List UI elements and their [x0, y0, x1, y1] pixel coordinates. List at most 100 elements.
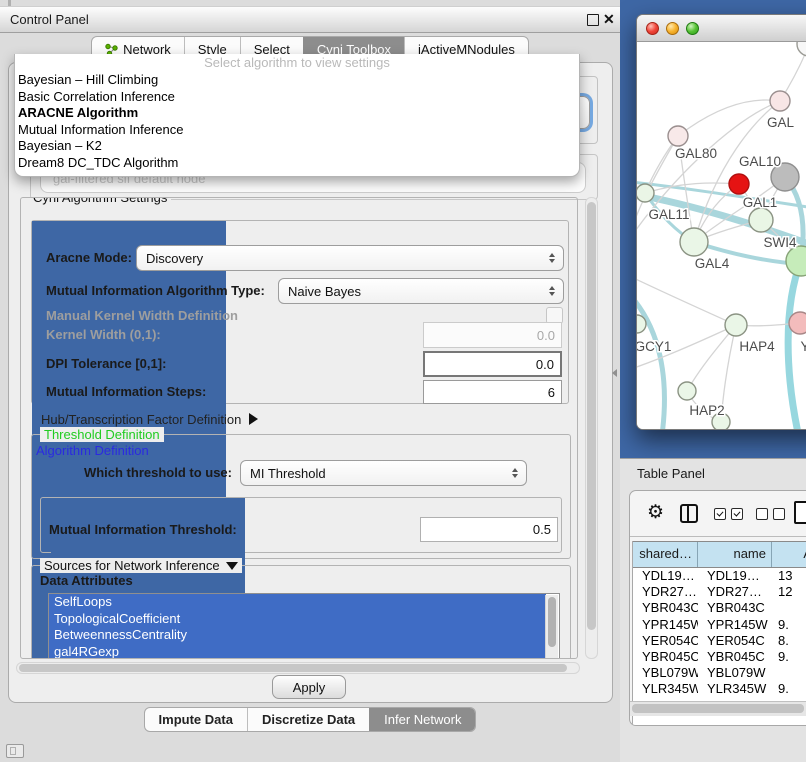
aracne-mode-label: Aracne Mode: — [46, 245, 132, 271]
dpi-tolerance-field[interactable]: 0.0 — [423, 351, 562, 377]
column-header-shared[interactable]: shared… — [633, 542, 698, 567]
mi-threshold-field[interactable]: 0.5 — [420, 517, 558, 542]
splitter-collapse-arrow-icon[interactable] — [612, 369, 617, 377]
threshold-definition-group: Threshold Definition Which threshold to … — [31, 434, 571, 559]
control-panel: Control Panel ✕ NetworkStyleSelectCyni T… — [0, 0, 620, 762]
node-gal-partial[interactable] — [770, 91, 790, 111]
close-window-button[interactable] — [646, 22, 659, 35]
select-all-columns-icon[interactable] — [714, 508, 743, 520]
attributes-scrollbar-thumb[interactable] — [548, 597, 556, 647]
node-swi4[interactable] — [786, 246, 806, 276]
tab-impute-data[interactable]: Impute Data — [145, 708, 247, 731]
gear-icon[interactable]: ⚙ — [647, 501, 664, 525]
collapse-down-icon[interactable] — [226, 562, 238, 570]
attribute-item-gal4rgexp[interactable]: gal4RGexp — [49, 644, 546, 660]
mi-steps-value: 6 — [548, 385, 555, 400]
kernel-width-field[interactable]: 0.0 — [423, 322, 562, 348]
combo-arrows-icon — [512, 468, 518, 478]
data-attributes-label: Data Attributes — [40, 573, 133, 588]
cell: 9. — [772, 681, 806, 697]
column-header-name[interactable]: name — [698, 542, 772, 567]
settings-vertical-scrollbar-thumb[interactable] — [587, 202, 596, 630]
cell: YER054C — [633, 633, 698, 649]
panel-title: Control Panel — [10, 7, 89, 32]
network-view-background: GALGAL80GAL10GAL1GAL11SWI4GAL4GCY1HAP4YH… — [620, 0, 806, 458]
algorithm-option-basic-correlation-inference[interactable]: Basic Correlation Inference — [15, 89, 579, 106]
algorithm-option-bayesian-k2[interactable]: Bayesian – K2 — [15, 138, 579, 155]
table-row-ydl19[interactable]: YDL19…YDL19…13 — [633, 568, 806, 584]
table-row-ybr045c[interactable]: YBR045CYBR045C9. — [633, 649, 806, 665]
table-horizontal-scrollbar-thumb[interactable] — [632, 704, 804, 713]
attribute-item-topologicalcoefficient[interactable]: TopologicalCoefficient — [49, 611, 546, 628]
table-row-yer054c[interactable]: YER054CYER054C8. — [633, 633, 806, 649]
aracne-mode-combo[interactable]: Discovery — [136, 245, 564, 271]
cell: YDR27… — [698, 584, 772, 600]
settings-horizontal-scrollbar[interactable] — [16, 662, 580, 674]
attribute-items: SelfLoopsTopologicalCoefficientBetweenne… — [49, 594, 559, 659]
threshold-definition-title: Threshold Definition — [40, 427, 164, 442]
cell — [772, 600, 806, 616]
table-row-ybl079w[interactable]: YBL079WYBL079W — [633, 665, 806, 681]
node-hap2[interactable] — [678, 382, 696, 400]
cell: YBR043C — [698, 600, 772, 616]
aracne-mode-value: Discovery — [146, 251, 203, 266]
mi-algorithm-type-combo[interactable]: Naive Bayes — [278, 278, 564, 304]
table-toolbar: ⚙ — [630, 491, 806, 537]
table-row-ylr345w[interactable]: YLR345WYLR345W9. — [633, 681, 806, 697]
mi-threshold-definition-group: MI Threshold Definition Mutual Informati… — [40, 497, 562, 553]
mi-steps-field[interactable]: 6 — [423, 380, 562, 404]
dropdown-placeholder: Select algorithm to view settings — [15, 54, 579, 72]
node-gal11[interactable] — [637, 184, 654, 202]
expand-right-icon — [249, 413, 258, 425]
close-panel-button[interactable]: ✕ — [603, 7, 615, 32]
node-gal1[interactable] — [749, 208, 773, 232]
table-horizontal-scrollbar[interactable] — [630, 701, 806, 716]
node-gal80[interactable] — [668, 126, 688, 146]
collapsed-panel-icon[interactable] — [6, 744, 24, 758]
float-window-button[interactable] — [587, 14, 599, 26]
network-canvas[interactable]: GALGAL80GAL10GAL1GAL11SWI4GAL4GCY1HAP4YH… — [637, 42, 806, 430]
node-hap4[interactable] — [725, 314, 747, 336]
minimize-window-button[interactable] — [666, 22, 679, 35]
tab-infer-network[interactable]: Infer Network — [369, 708, 475, 731]
bottom-tabset: Impute DataDiscretize DataInfer Network — [144, 707, 477, 732]
settings-horizontal-scrollbar-thumb[interactable] — [19, 664, 567, 672]
node-label-hap2: HAP2 — [689, 403, 724, 418]
table-row-ybr043c[interactable]: YBR043CYBR043C — [633, 600, 806, 616]
cell: YER054C — [698, 633, 772, 649]
node-label-y: Y — [800, 339, 806, 354]
algorithm-option-mutual-information-inference[interactable]: Mutual Information Inference — [15, 122, 579, 139]
deselect-all-columns-icon[interactable] — [756, 508, 785, 520]
combo-arrows-icon — [549, 253, 555, 263]
attribute-item-selfloops[interactable]: SelfLoops — [49, 594, 546, 611]
apply-button[interactable]: Apply — [272, 675, 346, 699]
mi-threshold-label: Mutual Information Threshold: — [49, 517, 237, 542]
zoom-window-button[interactable] — [686, 22, 699, 35]
new-table-icon[interactable] — [794, 501, 806, 524]
network-window-titlebar — [637, 15, 806, 42]
node-y-partial[interactable] — [789, 312, 806, 334]
cell: 8. — [772, 633, 806, 649]
attributes-scrollbar[interactable] — [545, 595, 558, 659]
cell: YPR145W — [698, 617, 772, 633]
algorithm-option-dream8-dc-tdc-algorithm[interactable]: Dream8 DC_TDC Algorithm — [15, 155, 579, 172]
table-row-ypr145w[interactable]: YPR145WYPR145W9. — [633, 617, 806, 633]
columns-icon[interactable] — [680, 504, 698, 523]
node-gal4[interactable] — [680, 228, 708, 256]
which-threshold-combo[interactable]: MI Threshold — [240, 460, 527, 486]
settings-vertical-scrollbar[interactable] — [585, 197, 598, 659]
cell: 13 — [772, 568, 806, 584]
algorithm-option-aracne-algorithm[interactable]: ARACNE Algorithm — [15, 105, 579, 122]
tab-discretize-data[interactable]: Discretize Data — [247, 708, 369, 731]
attribute-item-betweennesscentrality[interactable]: BetweennessCentrality — [49, 627, 546, 644]
hub-definition-expander[interactable]: Hub/Transcription Factor Definition — [41, 409, 258, 429]
mi-algorithm-type-label: Mutual Information Algorithm Type: — [46, 278, 265, 304]
algorithm-option-bayesian-hill-climbing[interactable]: Bayesian – Hill Climbing — [15, 72, 579, 89]
column-header-a[interactable]: A — [772, 542, 806, 567]
cell: 9. — [772, 649, 806, 665]
node-label-gal10: GAL10 — [739, 154, 781, 169]
node[interactable] — [797, 42, 806, 56]
table-row-ydr27[interactable]: YDR27…YDR27…12 — [633, 584, 806, 600]
node-red[interactable] — [729, 174, 749, 194]
node-label-hap4: HAP4 — [739, 339, 775, 354]
